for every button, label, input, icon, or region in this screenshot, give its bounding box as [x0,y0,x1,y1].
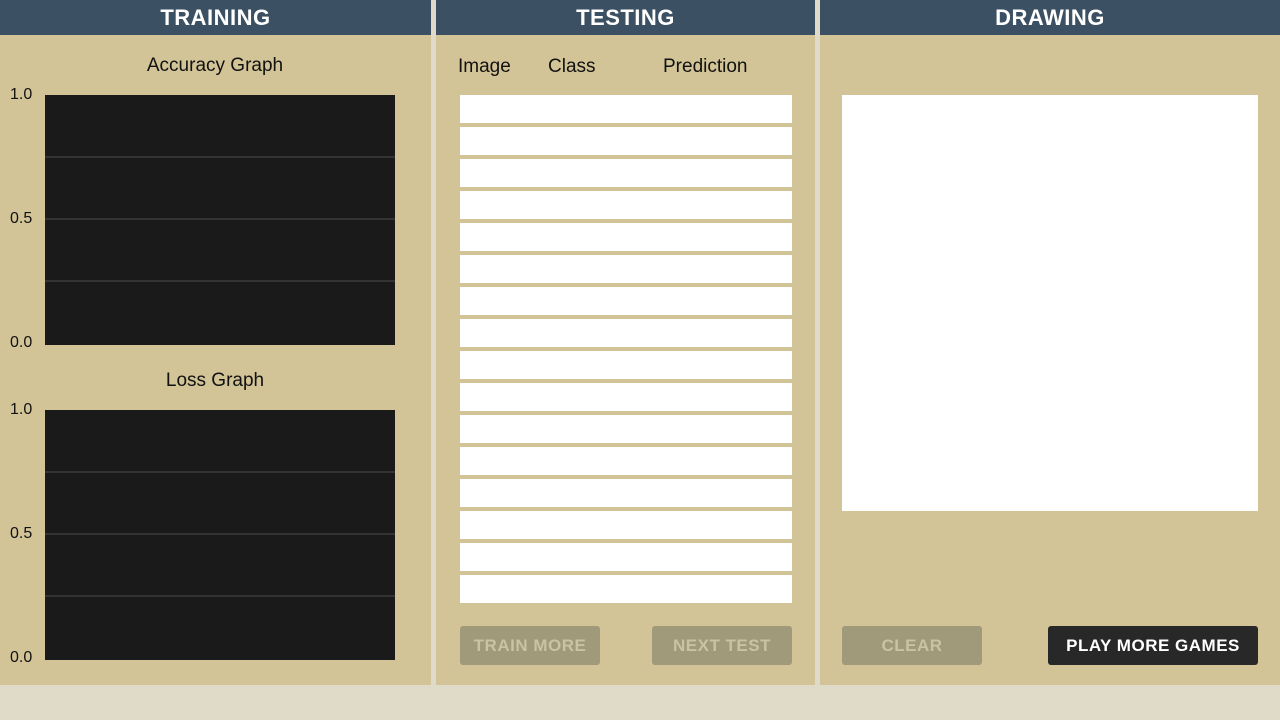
loss-graph-title: Loss Graph [165,370,265,391]
loss-tick-0-5: 0.5 [10,525,33,542]
accuracy-gridline [45,156,395,158]
test-result-row [460,127,792,155]
test-result-row [460,95,792,123]
test-result-row [460,447,792,475]
loss-gridline [45,533,395,535]
test-result-row [460,191,792,219]
accuracy-tick-0-5: 0.5 [10,210,33,227]
training-panel: TRAINING Accuracy Graph 1.0 0.5 0.0 Loss… [0,0,431,685]
test-result-row [460,159,792,187]
accuracy-gridline [45,218,395,220]
test-result-row [460,479,792,507]
test-result-row [460,415,792,443]
drawing-canvas[interactable] [842,95,1258,511]
accuracy-tick-1: 1.0 [10,86,33,103]
test-result-row [460,319,792,347]
test-result-row [460,255,792,283]
accuracy-graph-title: Accuracy Graph [146,55,284,76]
next-test-button[interactable]: NEXT TEST [652,626,792,665]
loss-gridline [45,595,395,597]
test-result-row [460,543,792,571]
test-result-row [460,223,792,251]
test-result-row [460,575,792,603]
loss-tick-0: 0.0 [10,649,33,666]
loss-tick-1: 1.0 [10,401,33,418]
column-header-image: Image [458,56,511,77]
test-result-row [460,511,792,539]
accuracy-gridline [45,280,395,282]
clear-button[interactable]: CLEAR [842,626,982,665]
accuracy-tick-0: 0.0 [10,334,33,351]
column-header-prediction: Prediction [663,56,748,77]
play-more-games-button[interactable]: PLAY MORE GAMES [1048,626,1258,665]
loss-gridline [45,471,395,473]
drawing-header: DRAWING [820,0,1280,35]
loss-graph [45,410,395,660]
test-result-row [460,383,792,411]
training-header: TRAINING [0,0,431,35]
accuracy-graph [45,95,395,345]
train-more-button[interactable]: TRAIN MORE [460,626,600,665]
testing-header: TESTING [436,0,815,35]
column-header-class: Class [548,56,596,77]
test-result-row [460,351,792,379]
test-result-row [460,287,792,315]
